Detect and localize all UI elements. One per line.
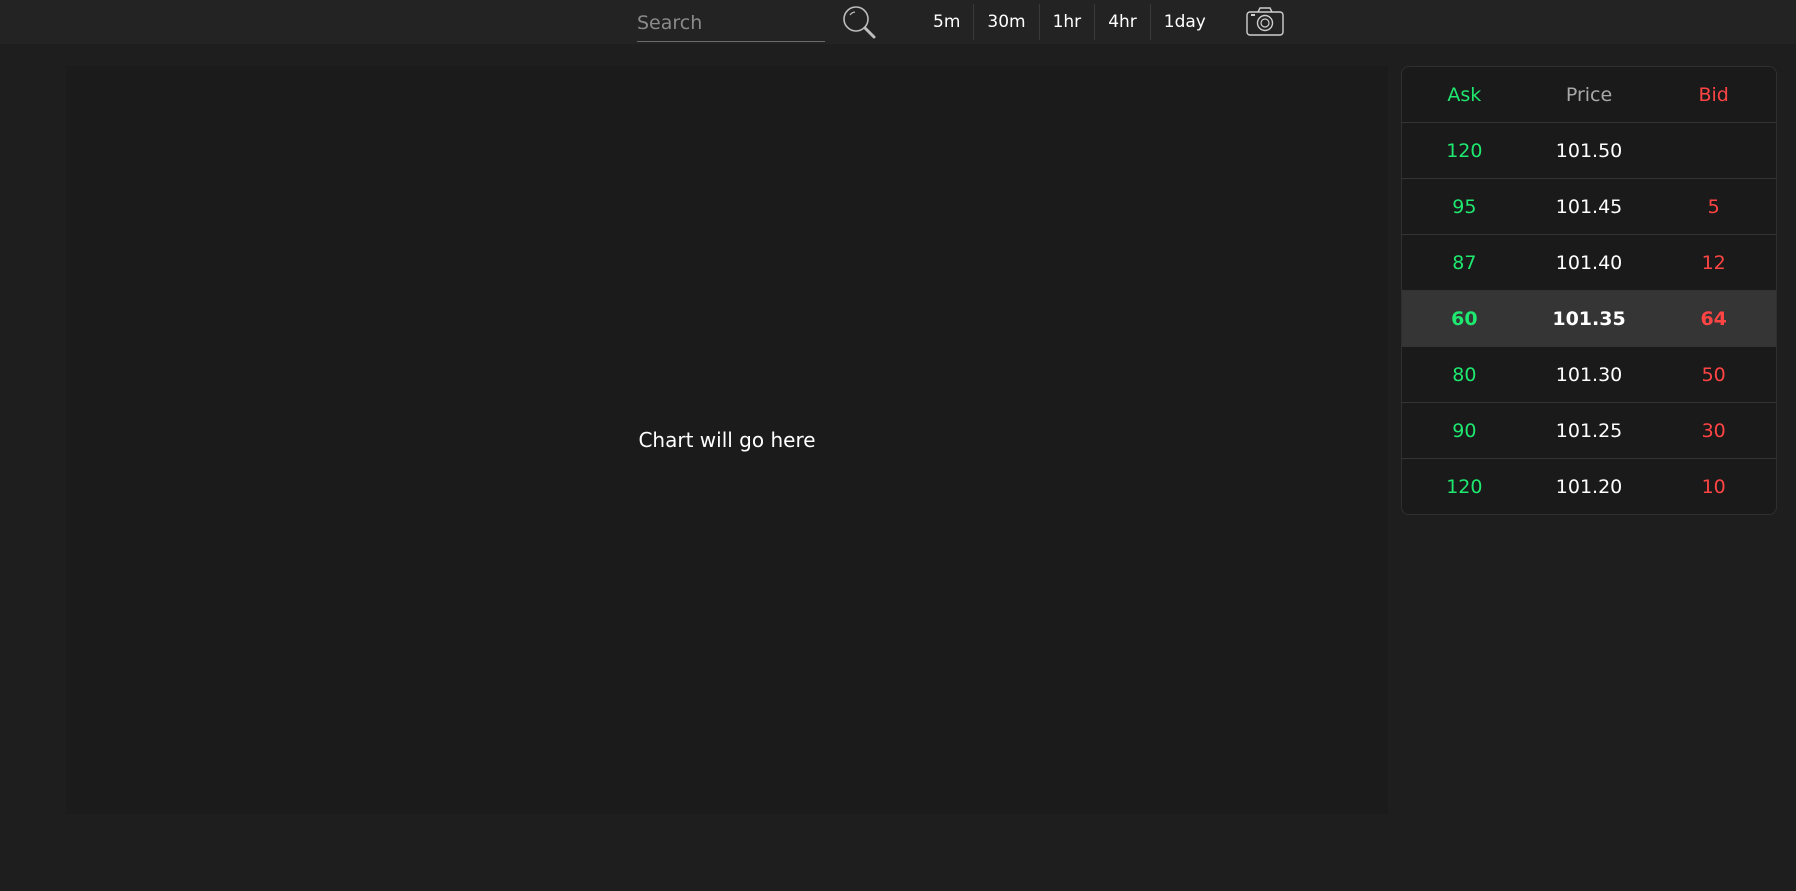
timeframe-4hr[interactable]: 4hr [1095,4,1151,40]
search-box [637,4,825,42]
order-book-row[interactable]: 120 101.50 [1402,123,1776,179]
chart-placeholder-text: Chart will go here [638,428,816,452]
price-level: 101.30 [1555,363,1623,386]
bid-column-header: Bid [1698,83,1729,106]
ask-column-header: Ask [1447,83,1482,106]
ask-size: 90 [1452,419,1477,442]
bid-size: 30 [1701,419,1726,442]
order-book-row[interactable]: 87 101.40 12 [1402,235,1776,291]
order-book: Ask Price Bid 120 101.50 95 101.45 5 87 … [1401,66,1777,515]
camera-icon[interactable] [1245,3,1285,39]
price-level: 101.50 [1555,139,1623,162]
order-book-row-current[interactable]: 60 101.35 64 [1402,291,1776,347]
price-level: 101.35 [1552,307,1626,330]
price-level: 101.20 [1555,476,1623,498]
timeframe-30m[interactable]: 30m [974,4,1040,40]
search-input[interactable] [637,4,825,41]
bid-size: 5 [1707,195,1720,218]
order-book-row[interactable]: 120 101.20 10 [1402,459,1776,514]
price-level: 101.40 [1555,251,1623,274]
price-level: 101.25 [1555,419,1623,442]
order-book-row[interactable]: 80 101.30 50 [1402,347,1776,403]
ask-size: 120 [1446,476,1483,498]
chart-area: Chart will go here [66,66,1388,814]
timeframe-1day[interactable]: 1day [1151,4,1219,40]
order-book-row[interactable]: 90 101.25 30 [1402,403,1776,459]
bid-size: 50 [1701,363,1726,386]
timeframe-1hr[interactable]: 1hr [1040,4,1096,40]
bid-size: 12 [1701,251,1726,274]
bid-size: 10 [1701,476,1726,498]
ask-size: 95 [1452,195,1477,218]
ask-size: 80 [1452,363,1477,386]
bid-size: 64 [1700,307,1727,330]
ask-size: 60 [1451,307,1478,330]
top-toolbar: 5m 30m 1hr 4hr 1day [0,0,1796,44]
price-column-header: Price [1565,83,1613,106]
order-book-header: Ask Price Bid [1402,67,1776,123]
timeframe-selector: 5m 30m 1hr 4hr 1day [920,4,1219,40]
price-level: 101.45 [1555,195,1623,218]
ask-size: 120 [1446,139,1483,162]
search-icon[interactable] [840,3,878,41]
timeframe-5m[interactable]: 5m [920,4,975,40]
order-book-row[interactable]: 95 101.45 5 [1402,179,1776,235]
ask-size: 87 [1452,251,1477,274]
